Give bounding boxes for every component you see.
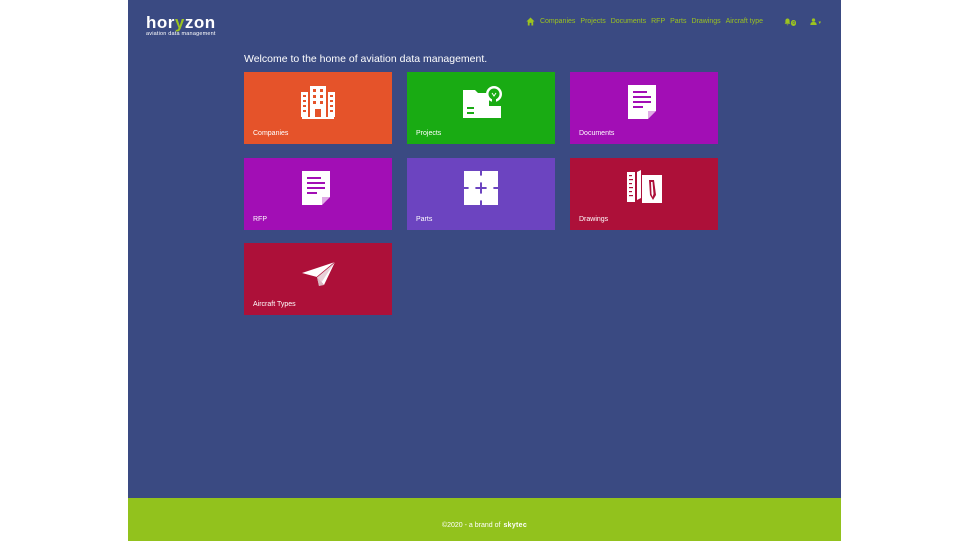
tile-label: Projects bbox=[416, 130, 442, 137]
nav-parts[interactable]: Parts bbox=[670, 18, 686, 25]
tile-aircraft-types[interactable]: Aircraft Types bbox=[244, 243, 392, 315]
horyzon-logo[interactable]: horyzon aviation data management bbox=[146, 14, 216, 37]
tile-rfp[interactable]: RFP bbox=[244, 158, 392, 230]
nav-documents[interactable]: Documents bbox=[611, 18, 646, 25]
bell-icon bbox=[784, 18, 791, 25]
building-icon bbox=[301, 86, 335, 119]
logo-part-1: hor bbox=[146, 13, 175, 32]
nav-projects[interactable]: Projects bbox=[580, 18, 605, 25]
nav-right: 0 ▾ bbox=[784, 17, 821, 26]
footer-copyright: ©2020 - a brand of bbox=[441, 522, 501, 529]
tile-projects[interactable]: Projects bbox=[407, 72, 555, 144]
tile-label: Aircraft Types bbox=[253, 301, 296, 308]
tile-label: Drawings bbox=[579, 216, 609, 223]
tile-label: Documents bbox=[579, 130, 615, 137]
document-icon bbox=[302, 171, 330, 205]
home-icon[interactable] bbox=[526, 17, 535, 26]
chevron-down-icon: ▾ bbox=[818, 19, 821, 26]
document-icon bbox=[628, 85, 656, 119]
logo-part-2: y bbox=[174, 13, 185, 32]
user-menu-button[interactable]: ▾ bbox=[810, 18, 821, 26]
logo-wordmark: horyzon bbox=[146, 14, 216, 31]
notification-badge: 0 bbox=[790, 20, 797, 26]
tile-label: Parts bbox=[416, 216, 433, 223]
tile-label: Companies bbox=[253, 130, 289, 137]
nav-aircraft-type[interactable]: Aircraft type bbox=[726, 18, 763, 25]
puzzle-icon bbox=[464, 171, 498, 205]
logo-tagline: aviation data management bbox=[146, 31, 216, 37]
folder-lightbulb-icon bbox=[463, 86, 502, 118]
footer-text: ©2020 - a brand of skytec bbox=[128, 522, 841, 529]
blueprint-icon bbox=[627, 170, 662, 203]
paper-plane-icon bbox=[302, 261, 336, 286]
nav-companies[interactable]: Companies bbox=[540, 18, 575, 25]
tile-documents[interactable]: Documents bbox=[570, 72, 718, 144]
tile-label: RFP bbox=[253, 216, 267, 223]
top-nav: Companies Projects Documents RFP Parts D… bbox=[526, 17, 763, 26]
notifications-button[interactable]: 0 bbox=[784, 17, 797, 26]
welcome-heading: Welcome to the home of aviation data man… bbox=[244, 53, 488, 65]
tile-drawings[interactable]: Drawings bbox=[570, 158, 718, 230]
logo-part-3: zon bbox=[184, 13, 216, 32]
app-canvas: horyzon aviation data management Compani… bbox=[128, 0, 841, 541]
footer: ©2020 - a brand of skytec bbox=[128, 498, 841, 541]
tile-parts[interactable]: Parts bbox=[407, 158, 555, 230]
nav-rfp[interactable]: RFP bbox=[651, 18, 665, 25]
nav-drawings[interactable]: Drawings bbox=[691, 18, 720, 25]
tile-companies[interactable]: Companies bbox=[244, 72, 392, 144]
skytec-logo[interactable]: skytec bbox=[503, 522, 527, 529]
user-icon bbox=[810, 18, 818, 25]
